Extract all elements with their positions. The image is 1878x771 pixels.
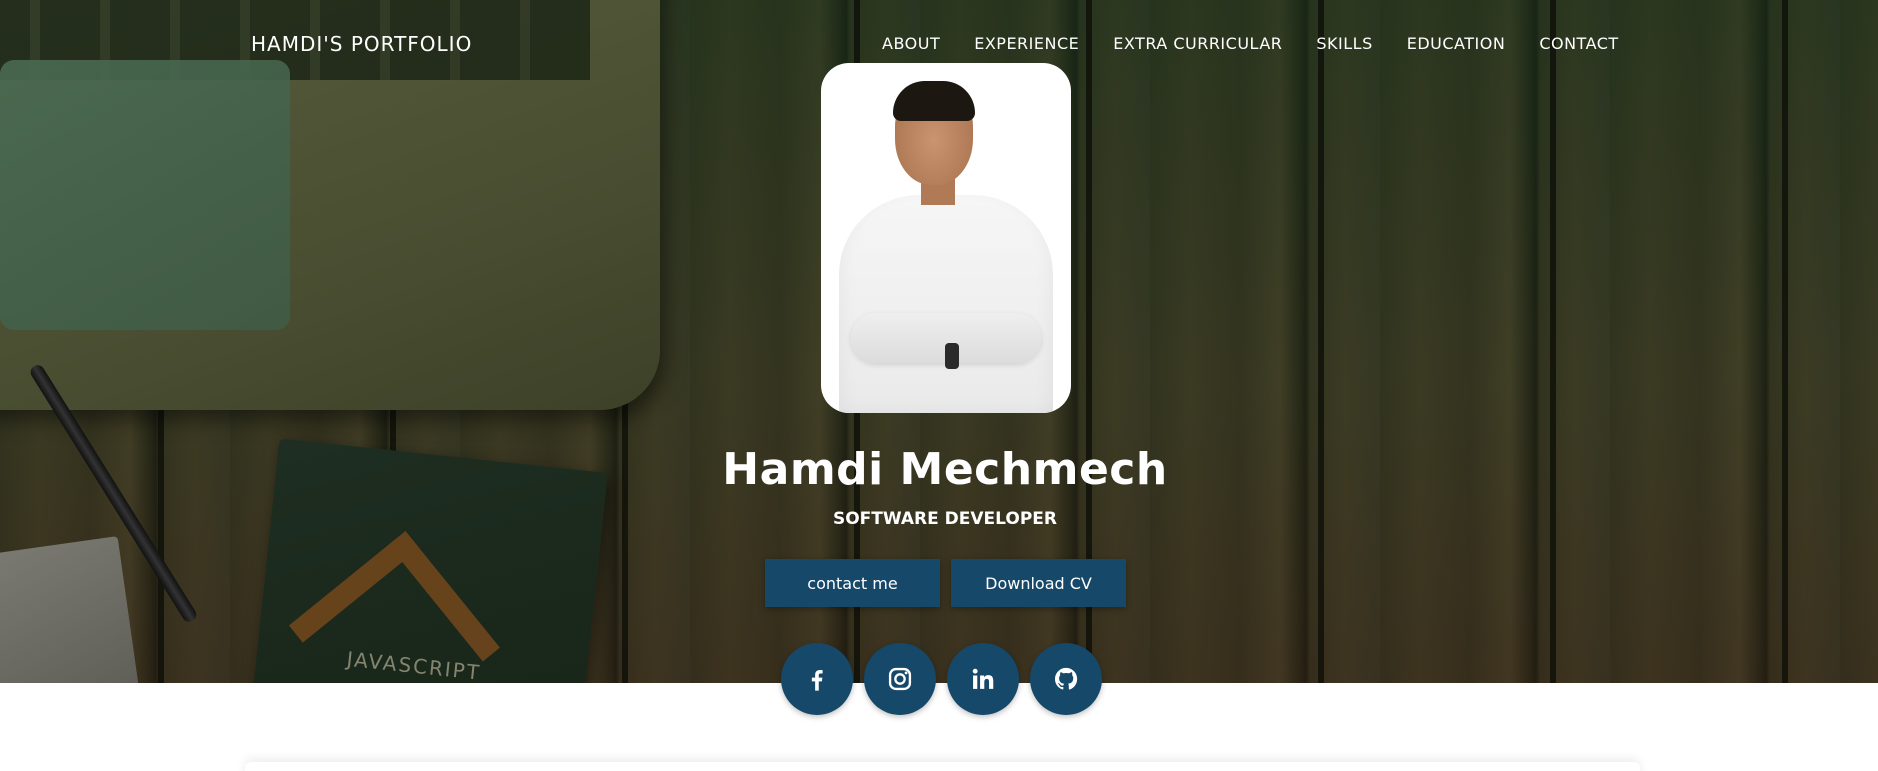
laptop-trackpad (0, 60, 290, 330)
linkedin-link[interactable] (947, 643, 1019, 715)
download-cv-button[interactable]: Download CV (951, 559, 1126, 607)
contact-me-button[interactable]: contact me (765, 559, 940, 607)
nav-item-contact[interactable]: CONTACT (1539, 34, 1618, 53)
main-nav: ABOUT EXPERIENCE EXTRA CURRICULAR SKILLS… (882, 34, 1619, 53)
brand-title[interactable]: HAMDI'S PORTFOLIO (251, 32, 472, 56)
nav-item-extra-curricular[interactable]: EXTRA CURRICULAR (1113, 34, 1282, 53)
photo-shirt (839, 195, 1053, 413)
instagram-icon (888, 667, 912, 691)
profile-photo (821, 63, 1071, 413)
nav-item-education[interactable]: EDUCATION (1407, 34, 1506, 53)
nav-item-experience[interactable]: EXPERIENCE (974, 34, 1079, 53)
github-icon (1054, 667, 1078, 690)
facebook-icon (811, 670, 823, 691)
laptop-image (0, 0, 660, 410)
github-link[interactable] (1030, 643, 1102, 715)
about-section-card (245, 762, 1640, 771)
nav-item-about[interactable]: ABOUT (882, 34, 940, 53)
hero-name: Hamdi Mechmech (722, 444, 1168, 495)
photo-hair (893, 81, 975, 121)
nav-item-skills[interactable]: SKILLS (1316, 34, 1372, 53)
facebook-link[interactable] (781, 643, 853, 715)
instagram-link[interactable] (864, 643, 936, 715)
notebook-image (0, 536, 142, 683)
hero-role: SOFTWARE DEVELOPER (832, 509, 1057, 529)
photo-watch (945, 343, 959, 369)
linkedin-icon (972, 668, 994, 689)
